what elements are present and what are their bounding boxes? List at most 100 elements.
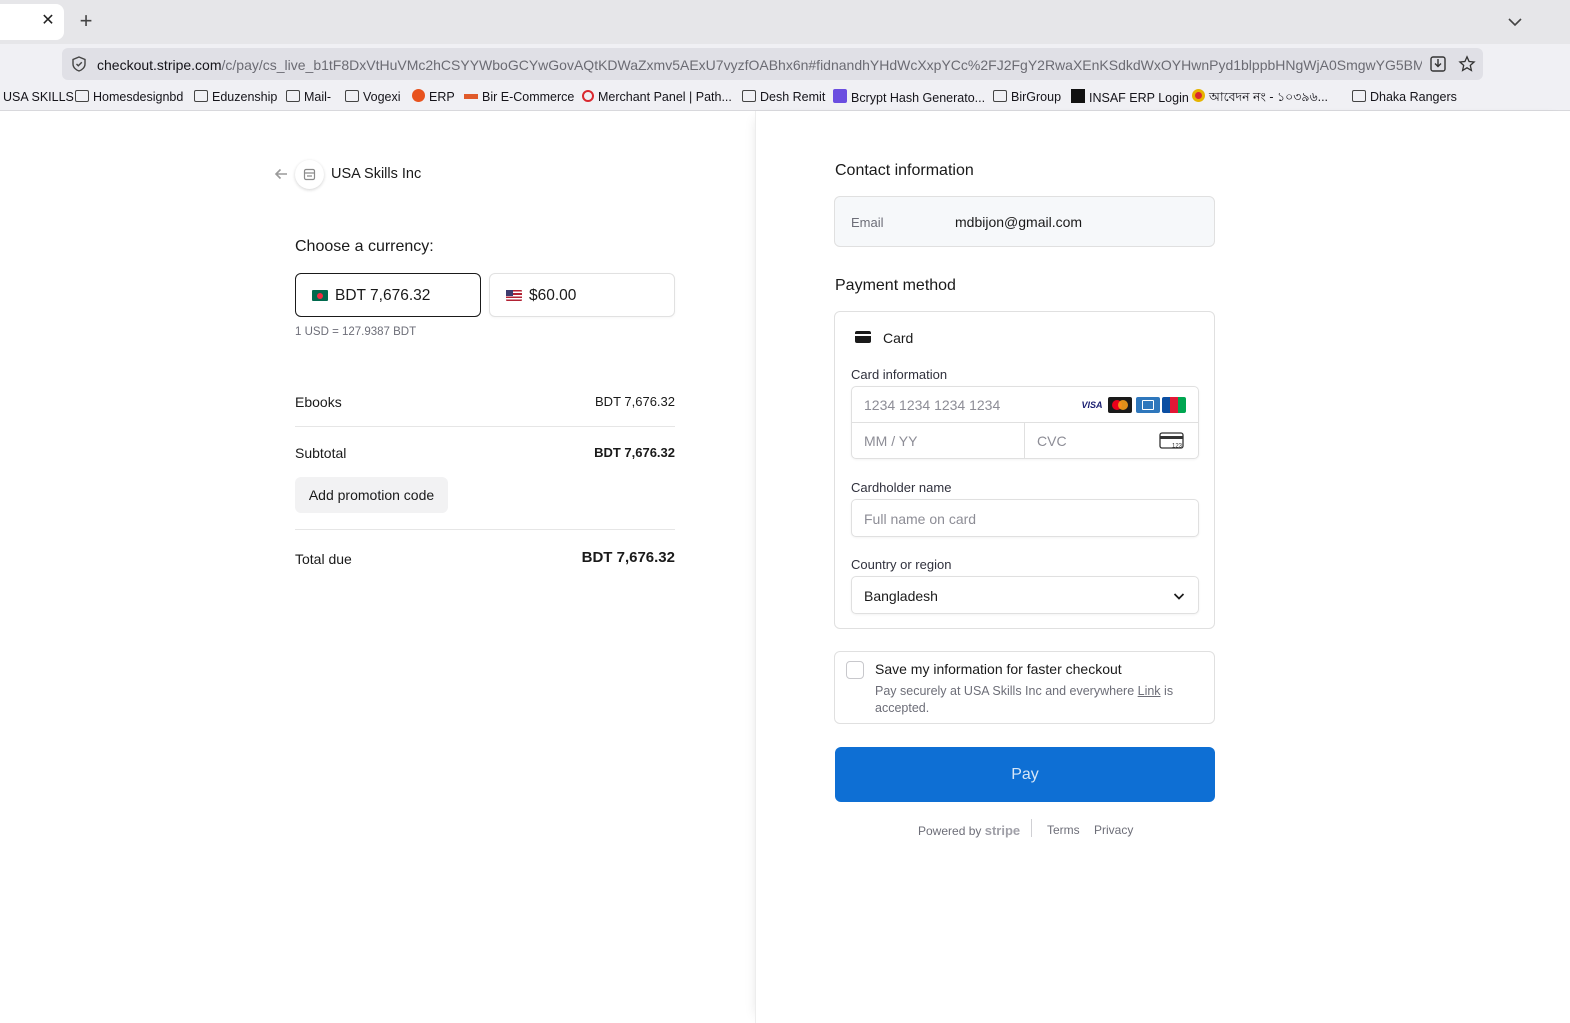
bookmark-merchant-panel[interactable]: Merchant Panel | Path... <box>582 89 732 106</box>
email-label: Email <box>851 215 884 230</box>
country-value: Bangladesh <box>864 588 938 604</box>
bookmark-vogexi[interactable]: Vogexi <box>345 89 401 106</box>
credit-card-icon <box>855 331 871 343</box>
currency-amount-bdt: BDT 7,676.32 <box>335 287 431 304</box>
card-number-input[interactable]: 1234 1234 1234 1234 VISA <box>852 387 1198 423</box>
checkout-page: USA Skills Inc Choose a currency: BDT 7,… <box>0 111 1570 1023</box>
chevron-down-icon <box>1173 593 1185 600</box>
bookmark-erp[interactable]: ERP <box>412 89 455 106</box>
cvc-icon-text: 123 <box>1172 444 1183 450</box>
currency-option-usd[interactable]: $60.00 <box>489 273 675 317</box>
cvc-card-icon: 123 <box>1159 432 1184 450</box>
bookmark-usa-skills[interactable]: USA SKILLS <box>3 89 74 106</box>
jcb-icon <box>1162 397 1186 413</box>
folder-icon <box>75 90 89 102</box>
divider <box>295 426 675 427</box>
card-information-label: Card information <box>851 367 948 382</box>
visa-icon: VISA <box>1080 397 1104 413</box>
bookmark-bd-application[interactable]: আবেদন নং - ১০৩৯৬... <box>1192 89 1328 106</box>
folder-icon <box>345 90 359 102</box>
url-domain: checkout.stripe.com <box>97 57 222 73</box>
star-icon[interactable] <box>1458 55 1476 73</box>
browser-tab[interactable]: ✕ <box>0 4 64 40</box>
payment-method-card-label[interactable]: Card <box>883 330 913 346</box>
link-learn-more[interactable]: Link <box>1138 684 1161 698</box>
line-item-price: BDT 7,676.32 <box>595 394 675 409</box>
add-promotion-code-button[interactable]: Add promotion code <box>295 477 448 513</box>
currency-option-bdt[interactable]: BDT 7,676.32 <box>295 273 481 317</box>
address-bar[interactable]: checkout.stripe.com/c/pay/cs_live_b1tF8D… <box>62 48 1483 80</box>
bookmark-mail[interactable]: Mail- <box>286 89 331 106</box>
chevron-down-icon[interactable] <box>1504 11 1526 33</box>
save-info-panel: Save my information for faster checkout … <box>834 651 1215 724</box>
bookmark-bir-ecommerce[interactable]: Bir E-Commerce <box>464 89 574 106</box>
country-region-label: Country or region <box>851 557 952 572</box>
cardholder-placeholder: Full name on card <box>864 511 977 527</box>
country-select[interactable]: Bangladesh <box>851 576 1199 614</box>
payment-method-title: Payment method <box>835 277 956 294</box>
bookmark-insaf-erp[interactable]: INSAF ERP Login <box>1071 89 1189 106</box>
total-label: Total due <box>295 551 352 567</box>
expiry-input[interactable]: MM / YY <box>852 423 1025 459</box>
choose-currency-label: Choose a currency: <box>295 238 434 255</box>
privacy-link[interactable]: Privacy <box>1094 823 1133 837</box>
cardholder-name-label: Cardholder name <box>851 480 952 495</box>
email-field[interactable]: Email mdbijon@gmail.com <box>834 196 1215 247</box>
download-icon[interactable] <box>1429 55 1447 73</box>
pay-button[interactable]: Pay <box>835 747 1215 802</box>
usa-flag-icon <box>506 290 522 301</box>
merchant-name: USA Skills Inc <box>331 166 422 182</box>
currency-amount-usd: $60.00 <box>529 287 577 304</box>
url-text[interactable]: checkout.stripe.com/c/pay/cs_live_b1tF8D… <box>97 56 1422 74</box>
cardholder-name-input[interactable]: Full name on card <box>851 499 1199 537</box>
card-information-group: 1234 1234 1234 1234 VISA MM / YY CVC 123 <box>851 386 1199 459</box>
card-number-placeholder: 1234 1234 1234 1234 <box>864 397 1001 413</box>
url-path: /c/pay/cs_live_b1tF8DxVtHuVMc2hCSYYWboGC… <box>221 57 1423 73</box>
stripe-logo: stripe <box>984 823 1021 838</box>
folder-icon <box>1352 90 1366 102</box>
bookmark-homesdesignbd[interactable]: Homesdesignbd <box>75 89 183 106</box>
folder-icon <box>993 90 1007 102</box>
amex-icon <box>1136 397 1160 413</box>
email-value: mdbijon@gmail.com <box>955 214 1083 230</box>
bookmark-dhaka-rangers[interactable]: Dhaka Rangers <box>1352 89 1457 106</box>
terms-link[interactable]: Terms <box>1047 823 1080 837</box>
bookmark-bcrypt[interactable]: Bcrypt Hash Generato... <box>833 89 985 106</box>
line-item-ebooks: Ebooks BDT 7,676.32 <box>295 394 675 412</box>
merchant-logo <box>295 160 324 189</box>
bookmark-eduzenship[interactable]: Eduzenship <box>194 89 277 106</box>
save-info-description: Pay securely at USA Skills Inc and every… <box>875 684 1174 715</box>
total-value: BDT 7,676.32 <box>581 549 675 566</box>
gear-sun-icon <box>412 89 425 102</box>
bangladesh-flag-icon <box>312 290 328 301</box>
back-arrow-icon[interactable] <box>272 165 290 183</box>
order-summary-pane: USA Skills Inc Choose a currency: BDT 7,… <box>0 111 755 1023</box>
browser-tab-bar: ✕ + <box>0 0 1570 44</box>
save-info-checkbox[interactable] <box>846 661 864 679</box>
bcrypt-icon <box>833 89 847 103</box>
bookmark-birgroup[interactable]: BirGroup <box>993 89 1061 106</box>
bookmark-desh-remit[interactable]: Desh Remit <box>742 89 825 106</box>
insaf-icon <box>1071 89 1085 103</box>
bd-gov-icon <box>1192 89 1205 102</box>
powered-by-stripe[interactable]: Powered by stripe <box>918 823 1020 838</box>
divider <box>295 529 675 530</box>
payment-method-card-panel: Card Card information 1234 1234 1234 123… <box>834 311 1215 629</box>
exchange-rate: 1 USD = 127.9387 BDT <box>295 326 417 338</box>
subtotal-value: BDT 7,676.32 <box>594 445 675 460</box>
cvc-input[interactable]: CVC 123 <box>1025 423 1198 459</box>
save-info-title: Save my information for faster checkout <box>875 661 1122 677</box>
new-tab-icon[interactable]: + <box>75 9 97 33</box>
mastercard-icon <box>1108 397 1132 413</box>
close-tab-icon[interactable]: ✕ <box>38 11 58 31</box>
bookmarks-bar: USA SKILLS Homesdesignbd Eduzenship Mail… <box>0 84 1570 111</box>
shield-icon[interactable] <box>70 55 88 73</box>
folder-icon <box>742 90 756 102</box>
navigation-toolbar: checkout.stripe.com/c/pay/cs_live_b1tF8D… <box>0 44 1570 84</box>
cvc-placeholder: CVC <box>1037 433 1067 449</box>
expiry-placeholder: MM / YY <box>864 433 918 449</box>
folder-icon <box>286 90 300 102</box>
subtotal-label: Subtotal <box>295 445 347 461</box>
pathao-icon <box>582 90 594 102</box>
store-icon <box>303 168 316 181</box>
